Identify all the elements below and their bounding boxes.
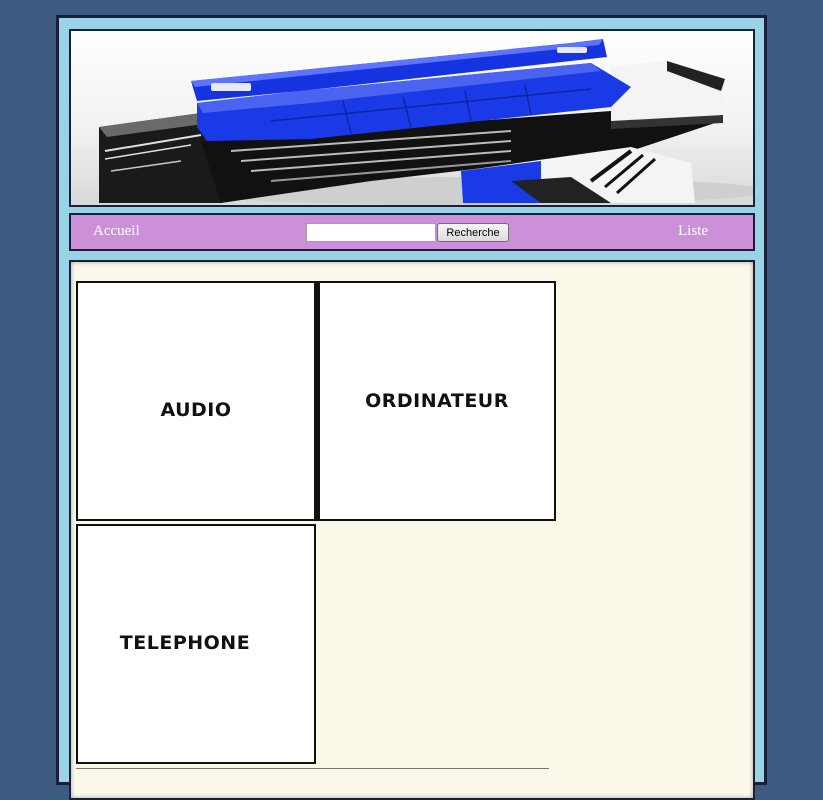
nav-link-home[interactable]: Accueil [93, 223, 140, 240]
category-tile-computer[interactable]: ORDINATEUR [316, 281, 556, 521]
category-tile-audio[interactable]: AUDIO [76, 281, 316, 521]
category-label: ORDINATEUR [365, 390, 509, 412]
category-tile-phone[interactable]: TELEPHONE [76, 524, 316, 764]
search-input[interactable] [306, 223, 436, 242]
main-content: AUDIO ORDINATEUR TELEPHONE [69, 260, 755, 800]
navigation-bar: Accueil Recherche Liste [69, 213, 755, 251]
category-label: AUDIO [160, 399, 232, 421]
category-label: TELEPHONE [119, 632, 251, 654]
sofa-render-illustration [99, 39, 753, 205]
nav-link-list[interactable]: Liste [678, 223, 708, 240]
banner-image [69, 29, 755, 207]
search-button[interactable]: Recherche [437, 223, 509, 242]
page-frame: Accueil Recherche Liste AUDIO ORDINATEUR… [56, 15, 767, 800]
